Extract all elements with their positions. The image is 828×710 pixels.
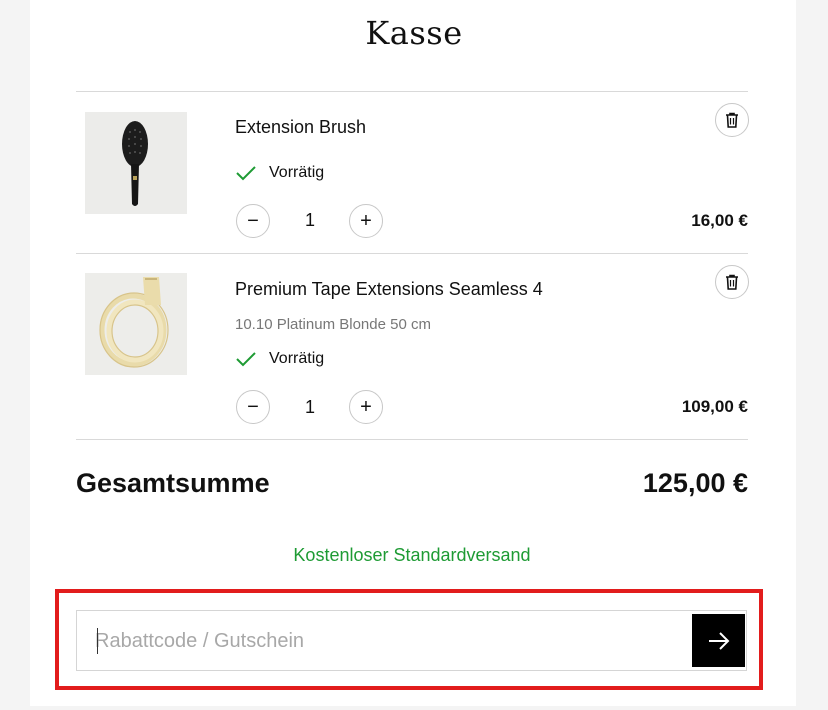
stock-label: Vorrätig: [269, 164, 325, 181]
stock-status: Vorrätig: [235, 164, 324, 182]
page-title: Kasse: [365, 14, 463, 52]
product-image-extension: [85, 273, 187, 375]
apply-coupon-button[interactable]: [692, 614, 745, 667]
check-icon: [236, 352, 256, 367]
remove-item-button[interactable]: [715, 103, 749, 137]
decrease-quantity-button[interactable]: −: [236, 390, 270, 424]
divider: [76, 91, 748, 92]
trash-icon: [726, 112, 738, 128]
item-price: 16,00 €: [691, 211, 748, 230]
product-image-brush: [85, 112, 187, 214]
item-price: 109,00 €: [681, 397, 748, 416]
stock-label: Vorrätig: [269, 350, 325, 367]
check-icon: [236, 166, 256, 181]
increase-quantity-button[interactable]: +: [349, 390, 383, 424]
product-name[interactable]: Premium Tape Extensions Seamless 4: [235, 279, 543, 300]
coupon-field: [76, 610, 747, 671]
remove-item-button[interactable]: [715, 265, 749, 299]
arrow-right-icon: [708, 631, 729, 650]
shipping-note: Kostenloser Standardversand: [293, 545, 531, 565]
divider: [76, 253, 748, 254]
divider: [76, 439, 748, 440]
quantity-value: 1: [304, 210, 315, 230]
text-caret: [97, 628, 98, 654]
total-label: Gesamtsumme: [76, 468, 270, 498]
total-value: 125,00 €: [642, 468, 748, 498]
coupon-input[interactable]: [95, 621, 685, 661]
trash-icon: [726, 274, 738, 290]
decrease-quantity-button[interactable]: −: [236, 204, 270, 238]
quantity-value: 1: [304, 397, 315, 417]
product-variant: 10.10 Platinum Blonde 50 cm: [235, 316, 431, 333]
increase-quantity-button[interactable]: +: [349, 204, 383, 238]
product-name[interactable]: Extension Brush: [235, 117, 366, 138]
stock-status: Vorrätig: [235, 350, 324, 368]
